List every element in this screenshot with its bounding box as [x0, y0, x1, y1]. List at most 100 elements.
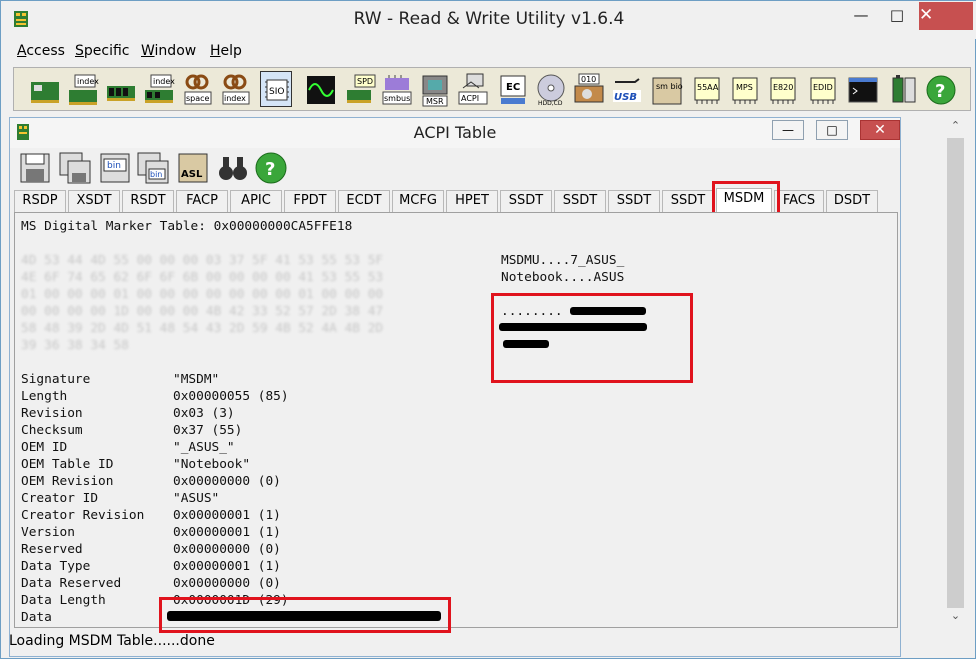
child-help-button[interactable]: ? [254, 151, 288, 185]
smbios-button[interactable]: sm bios [650, 71, 683, 107]
child-close-button[interactable]: ✕ [860, 120, 900, 140]
save-all-bin-button[interactable]: bin [136, 151, 170, 185]
usb-button[interactable]: USB [610, 71, 642, 107]
maximize-button[interactable]: □ [879, 5, 915, 27]
field-label: Data Length [21, 593, 106, 608]
tab-xsdt[interactable]: XSDT [68, 190, 120, 212]
tab-apic[interactable]: APIC [230, 190, 282, 212]
terminal-icon [848, 77, 878, 103]
battery-button[interactable] [886, 71, 918, 107]
tab-ssdt-3[interactable]: SSDT [608, 190, 660, 212]
tab-ecdt[interactable]: ECDT [338, 190, 390, 212]
tab-ssdt-2[interactable]: SSDT [554, 190, 606, 212]
battery-icon [892, 75, 916, 103]
child-maximize-button[interactable]: □ [816, 120, 848, 140]
command-button[interactable] [846, 71, 878, 107]
svg-text:sm bios: sm bios [656, 82, 683, 91]
status-bar: Loading MSDM Table......done [9, 633, 215, 649]
maximize-icon: □ [826, 123, 838, 137]
find-button[interactable] [216, 151, 250, 185]
title-bar: RW - Read & Write Utility v1.6.4 — □ ✕ [1, 1, 976, 39]
help-button[interactable]: ? [924, 71, 956, 107]
index-memory-button[interactable]: index [142, 71, 175, 107]
io-index-button[interactable]: index [218, 71, 250, 107]
data-key-highlight [159, 597, 451, 633]
io-space-icon: space [184, 74, 212, 105]
scroll-up-arrow-icon[interactable]: ⌃ [947, 119, 964, 133]
hdd-button[interactable]: 010 [572, 71, 604, 107]
close-button[interactable]: ✕ [919, 2, 973, 30]
edid-button[interactable]: EDID [806, 71, 838, 107]
svg-text:ACPI: ACPI [461, 94, 479, 103]
field-value: "Notebook" [173, 457, 251, 472]
spd-button[interactable]: SPD [344, 71, 376, 107]
tab-ssdt-1[interactable]: SSDT [500, 190, 552, 212]
pci-button[interactable] [28, 71, 60, 107]
scroll-thumb[interactable] [947, 138, 964, 608]
index-io-button[interactable]: index [66, 71, 99, 107]
svg-text:?: ? [265, 159, 275, 180]
field-value: 0x00000001 (1) [173, 508, 281, 523]
hdd-cd-button[interactable]: HDD,CD [534, 71, 566, 107]
option-rom-button[interactable]: 55AA [690, 71, 722, 107]
field-value: "_ASUS_" [173, 440, 235, 455]
svg-text:smbus: smbus [384, 94, 410, 103]
oscilloscope-button[interactable] [304, 71, 336, 107]
e820-button[interactable]: E820 [766, 71, 798, 107]
field-value: 0x03 (3) [173, 406, 235, 421]
field-value: 0x00000001 (1) [173, 559, 281, 574]
window-title: RW - Read & Write Utility v1.6.4 [353, 9, 625, 29]
help-icon: ? [255, 152, 287, 184]
ascii-dump-row: MSDMU....7_ASUS_ [501, 253, 625, 268]
sio-button[interactable]: SIO [260, 71, 292, 107]
io-space-button[interactable]: space [180, 71, 212, 107]
save-bin-button[interactable]: bin [98, 151, 132, 185]
svg-text:010: 010 [581, 75, 596, 84]
tab-dsdt[interactable]: DSDT [826, 190, 878, 212]
menu-specific[interactable]: Specific [75, 43, 130, 59]
save-all-button[interactable] [58, 151, 92, 185]
help-icon: ? [926, 75, 956, 105]
ec-button[interactable]: EC [496, 71, 528, 107]
tab-mcfg[interactable]: MCFG [392, 190, 444, 212]
msr-button[interactable]: MSR [418, 71, 450, 107]
ec-icon: EC [500, 75, 526, 104]
save-icon [20, 153, 50, 183]
field-label: Data [21, 610, 52, 625]
pci-card-icon [31, 82, 59, 103]
mps-button[interactable]: MPS [728, 71, 760, 107]
memory-button[interactable] [104, 71, 136, 107]
tab-facp[interactable]: FACP [176, 190, 228, 212]
hex-dump-row: 58 48 39 2D 4D 51 48 54 43 2D 59 4B 52 4… [21, 321, 384, 336]
field-label: Signature [21, 372, 91, 387]
svg-text:MSR: MSR [426, 97, 444, 106]
svg-text:bin: bin [150, 170, 162, 179]
field-label: Data Type [21, 559, 91, 574]
menu-access[interactable]: Access [17, 43, 65, 59]
field-label: Checksum [21, 423, 83, 438]
tab-ssdt-4[interactable]: SSDT [662, 190, 714, 212]
smbus-button[interactable]: smbus [380, 71, 412, 107]
child-minimize-button[interactable]: — [772, 120, 804, 140]
svg-text:index: index [224, 94, 246, 103]
scroll-down-arrow-icon[interactable]: ⌄ [947, 609, 964, 623]
asl-button[interactable]: ASL [176, 151, 210, 185]
field-label: Version [21, 525, 75, 540]
hex-dump-row: 4E 6F 74 65 62 6F 6F 6B 00 00 00 00 41 5… [21, 270, 384, 285]
hex-dump-row: 39 36 38 34 58 [21, 338, 129, 353]
minimize-button[interactable]: — [843, 5, 879, 27]
svg-text:USB: USB [614, 92, 637, 103]
tab-rsdp[interactable]: RSDP [14, 190, 66, 212]
acpi-button[interactable]: ACPI [456, 71, 488, 107]
field-label: Length [21, 389, 68, 404]
menu-help[interactable]: Help [210, 43, 242, 59]
tab-rsdt[interactable]: RSDT [122, 190, 174, 212]
menu-window[interactable]: Window [141, 43, 196, 59]
tab-facs[interactable]: FACS [774, 190, 824, 212]
minimize-icon: — [782, 123, 794, 137]
svg-text:SPD: SPD [357, 77, 373, 86]
save-button[interactable] [18, 151, 52, 185]
tab-hpet[interactable]: HPET [446, 190, 498, 212]
tab-fpdt[interactable]: FPDT [284, 190, 336, 212]
smbus-icon: smbus [382, 75, 412, 105]
